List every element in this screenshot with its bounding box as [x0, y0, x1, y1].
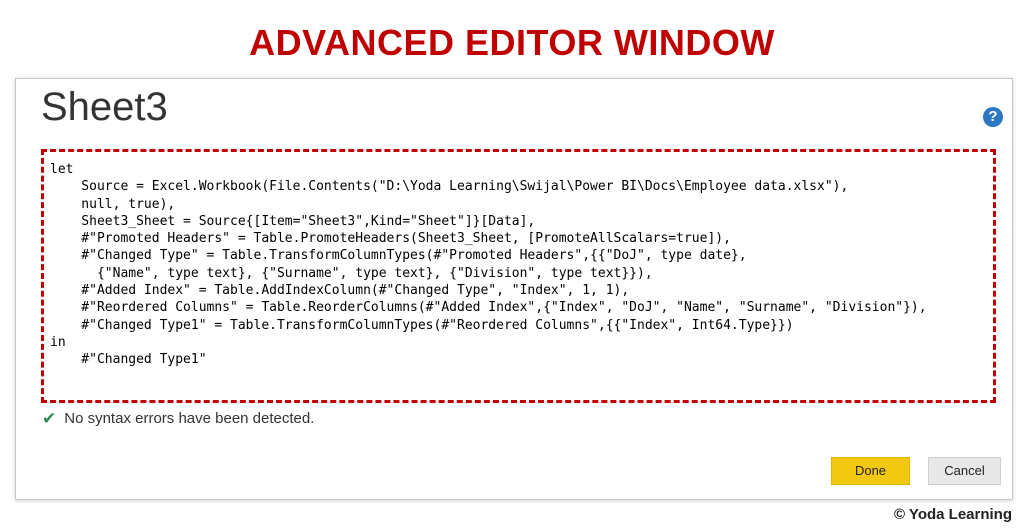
- advanced-editor-dialog: Sheet3 ? let Source = Excel.Workbook(Fil…: [15, 78, 1013, 500]
- syntax-status-text: No syntax errors have been detected.: [64, 410, 315, 427]
- syntax-status: ✔ No syntax errors have been detected.: [42, 410, 314, 427]
- help-icon[interactable]: ?: [983, 107, 1003, 127]
- dialog-title: Sheet3: [41, 85, 168, 129]
- check-icon: ✔: [42, 409, 57, 428]
- cancel-button[interactable]: Cancel: [928, 457, 1001, 485]
- banner-title: ADVANCED EDITOR WINDOW: [249, 22, 775, 63]
- done-button[interactable]: Done: [831, 457, 910, 485]
- code-text[interactable]: let Source = Excel.Workbook(File.Content…: [44, 152, 993, 401]
- copyright-watermark: © Yoda Learning: [893, 506, 1012, 523]
- query-editor[interactable]: let Source = Excel.Workbook(File.Content…: [41, 149, 996, 403]
